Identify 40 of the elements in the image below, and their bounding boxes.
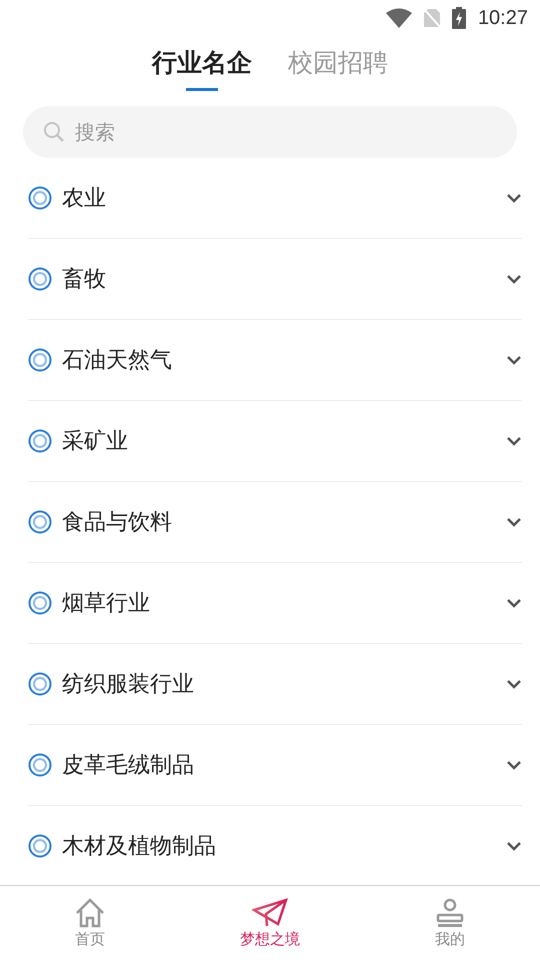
category-label: 木材及植物制品	[62, 833, 217, 861]
ring-icon	[28, 186, 52, 210]
paper-plane-icon	[252, 898, 288, 928]
clock-time: 10:27	[478, 6, 528, 30]
ring-icon	[28, 672, 52, 696]
no-sim-icon	[424, 8, 440, 28]
nav-tab[interactable]: 首页	[30, 886, 150, 960]
ring-icon	[28, 267, 52, 291]
category-label: 石油天然气	[62, 347, 173, 375]
category-row[interactable]: 烟草行业	[28, 563, 522, 644]
nav-tab[interactable]: 梦想之境	[210, 886, 330, 960]
category-row[interactable]: 农业	[28, 158, 522, 239]
category-label: 皮革毛绒制品	[62, 752, 195, 780]
ring-icon	[28, 510, 52, 534]
search-field[interactable]: 搜索	[73, 119, 497, 145]
category-row[interactable]: 纺织服装行业	[28, 644, 522, 725]
category-tab[interactable]: 行业名企	[152, 46, 252, 91]
ring-icon	[28, 834, 52, 858]
home-icon	[74, 898, 106, 928]
nav-tab[interactable]: 我的	[390, 886, 510, 960]
category-label: 纺织服装行业	[62, 671, 195, 699]
wifi-icon	[386, 8, 412, 28]
category-row[interactable]: 皮革毛绒制品	[28, 725, 522, 806]
ring-icon	[28, 348, 52, 372]
category-row[interactable]: 采矿业	[28, 401, 522, 482]
category-label: 食品与饮料	[62, 509, 173, 537]
search-icon	[43, 121, 65, 143]
profile-icon	[435, 898, 465, 928]
battery-charging-icon	[452, 7, 466, 29]
category-label: 采矿业	[62, 428, 129, 456]
ring-icon	[28, 591, 52, 615]
category-row[interactable]: 食品与饮料	[28, 482, 522, 563]
category-label: 畜牧	[62, 266, 107, 294]
category-row[interactable]: 石油天然气	[28, 320, 522, 401]
category-label: 烟草行业	[62, 590, 151, 618]
category-row[interactable]: 畜牧	[28, 239, 522, 320]
ring-icon	[28, 753, 52, 777]
ring-icon	[28, 429, 52, 453]
category-label: 农业	[62, 185, 107, 213]
search-field[interactable]: 搜索	[23, 106, 517, 158]
